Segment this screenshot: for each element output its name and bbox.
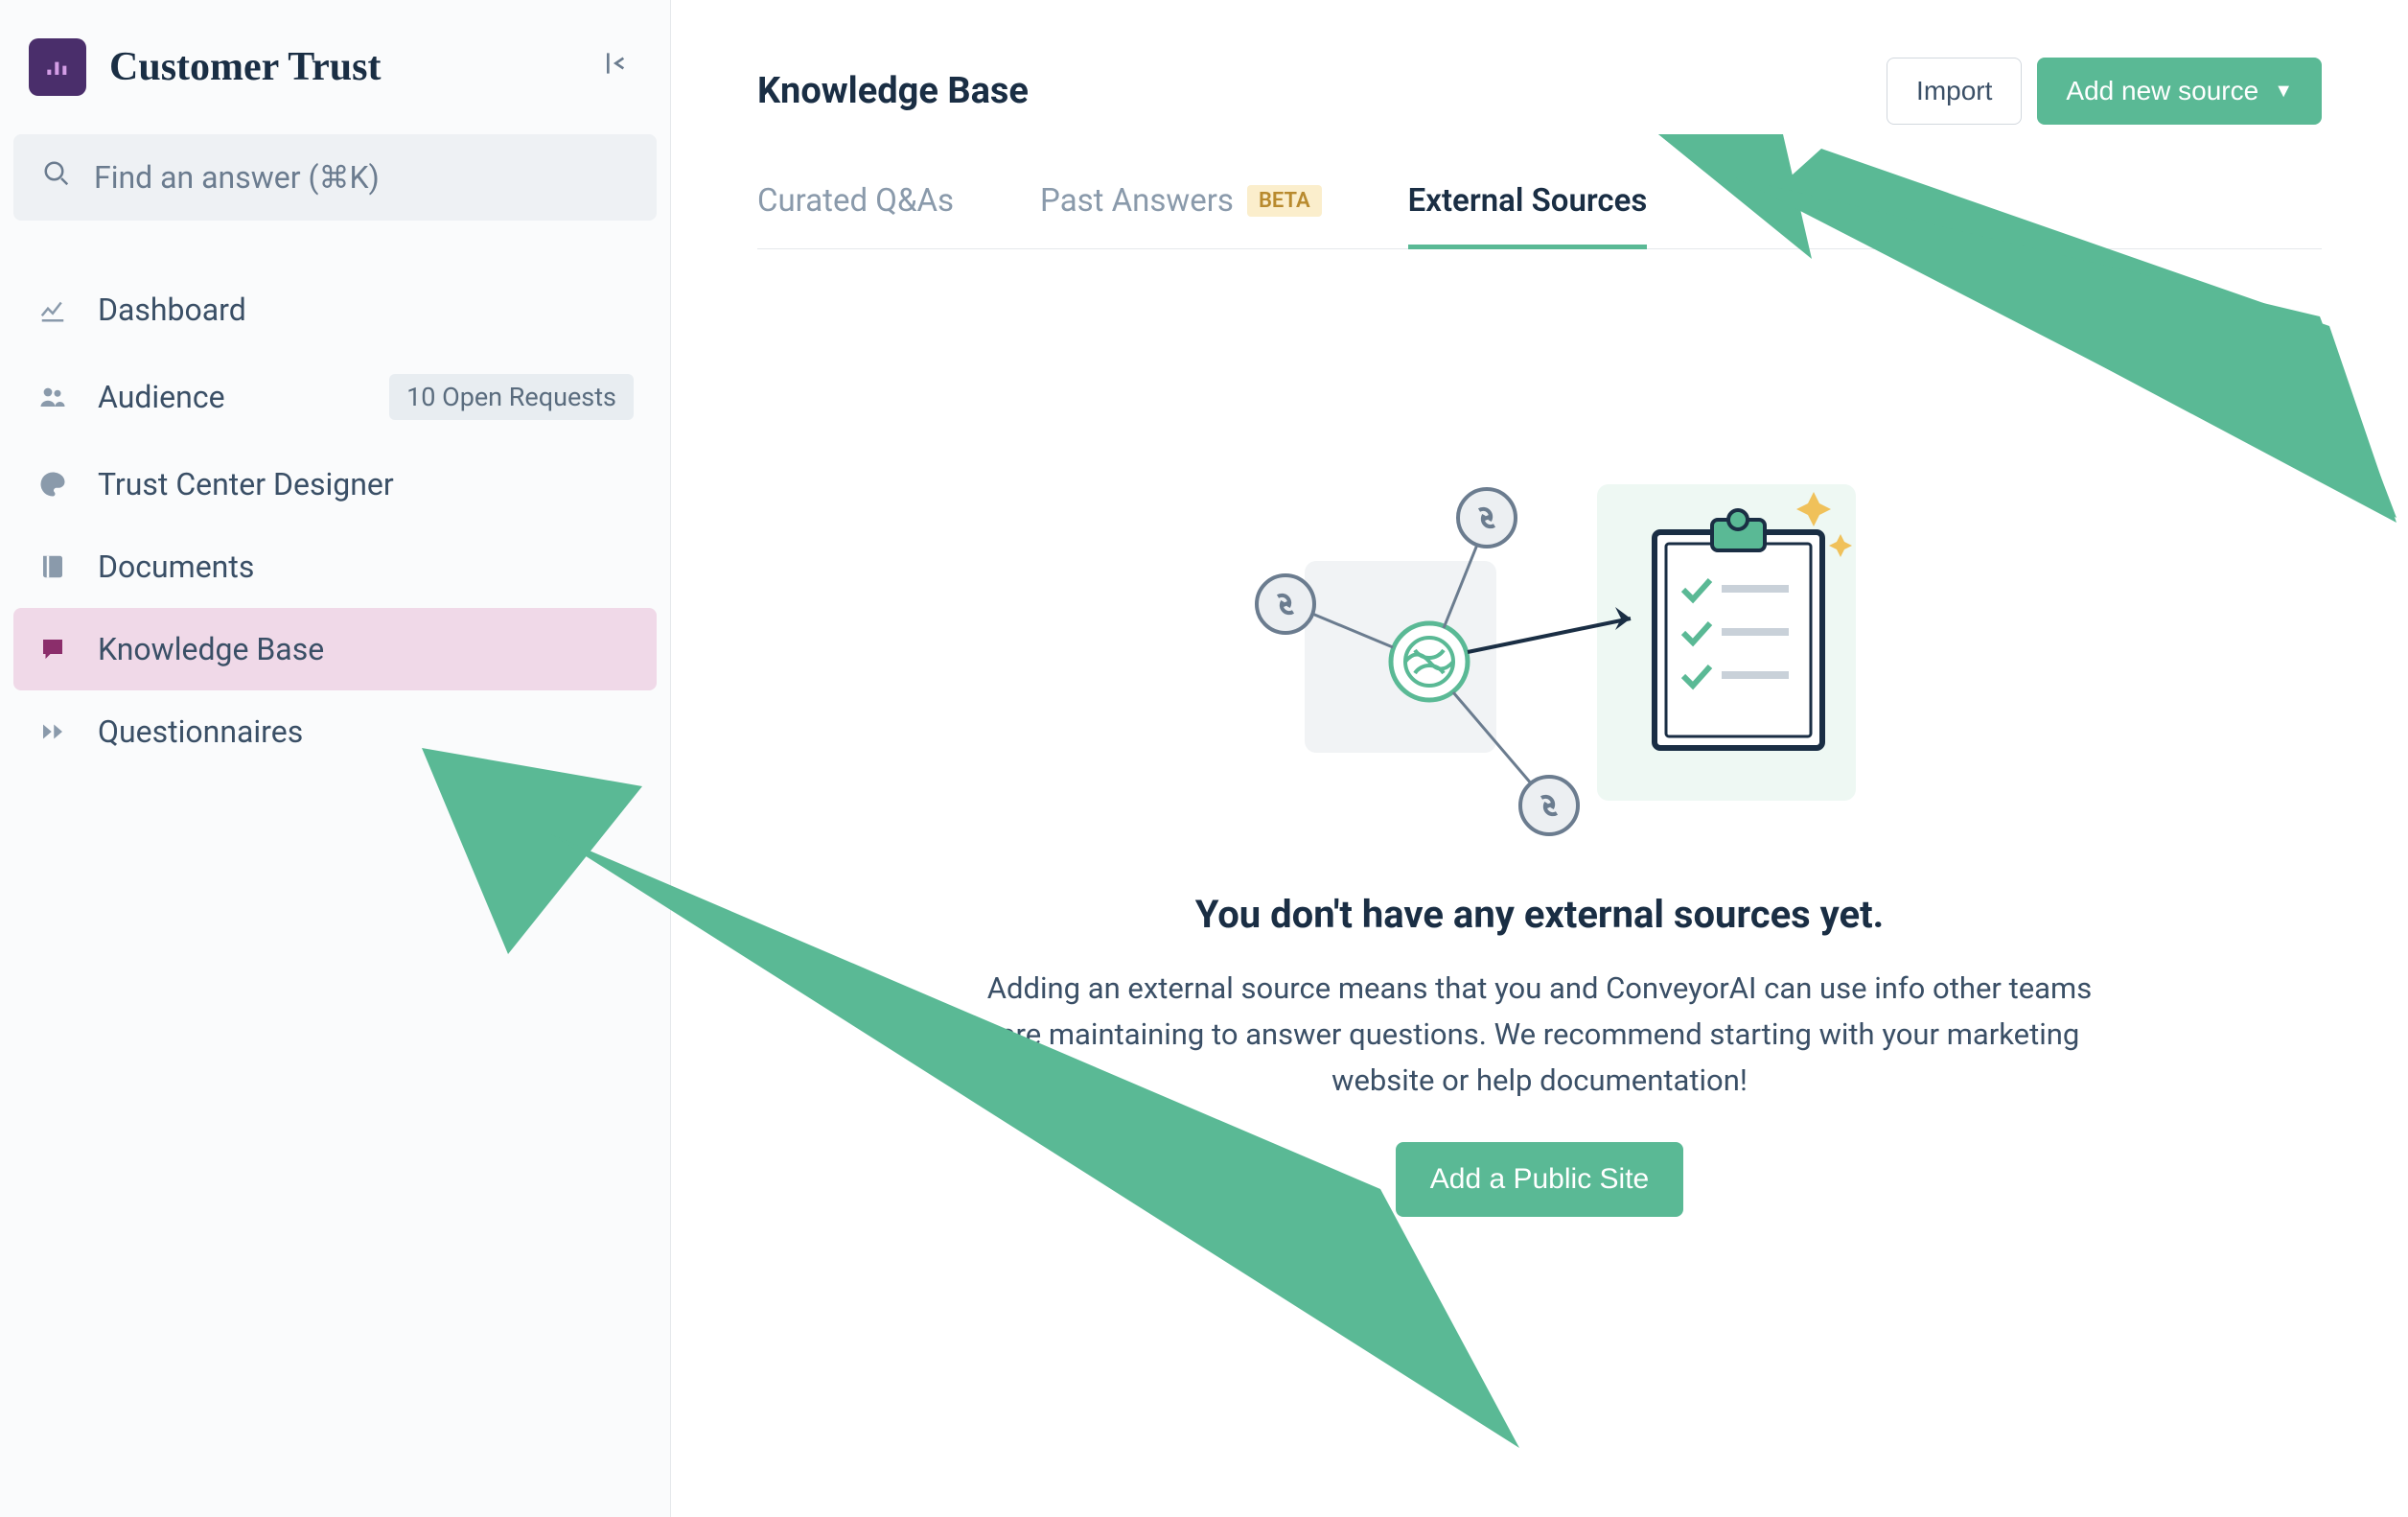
add-new-source-label: Add new source bbox=[2066, 76, 2258, 106]
sidebar-item-dashboard[interactable]: Dashboard bbox=[13, 268, 657, 351]
sidebar-item-label: Trust Center Designer bbox=[98, 466, 634, 502]
tab-label: Curated Q&As bbox=[757, 182, 954, 220]
sidebar-item-audience[interactable]: Audience 10 Open Requests bbox=[13, 351, 657, 443]
import-button[interactable]: Import bbox=[1887, 58, 2022, 125]
chart-icon bbox=[36, 293, 69, 326]
chat-icon bbox=[36, 633, 69, 665]
sidebar-item-documents[interactable]: Documents bbox=[13, 525, 657, 608]
search-placeholder: Find an answer (⌘K) bbox=[94, 159, 380, 196]
empty-state-body: Adding an external source means that you… bbox=[974, 966, 2105, 1104]
fast-forward-icon bbox=[36, 715, 69, 748]
sidebar: Customer Trust Find an answer (⌘K) bbox=[0, 0, 671, 1517]
sidebar-item-label: Audience bbox=[98, 379, 360, 415]
search-input[interactable]: Find an answer (⌘K) bbox=[13, 134, 657, 221]
brand-logo-icon bbox=[29, 38, 86, 96]
sidebar-item-label: Dashboard bbox=[98, 292, 634, 328]
brand-title: Customer Trust bbox=[109, 44, 382, 90]
empty-illustration bbox=[1194, 451, 1885, 853]
sidebar-item-questionnaires[interactable]: Questionnaires bbox=[13, 690, 657, 773]
sidebar-item-label: Knowledge Base bbox=[98, 631, 634, 667]
tab-label: Past Answers bbox=[1040, 182, 1234, 220]
search-icon bbox=[42, 159, 71, 196]
sidebar-nav: Dashboard Audience 10 Open Requests Trus… bbox=[0, 259, 670, 782]
book-icon bbox=[36, 550, 69, 583]
collapse-sidebar-button[interactable] bbox=[595, 40, 641, 94]
add-new-source-button[interactable]: Add new source ▼ bbox=[2037, 58, 2322, 125]
empty-state-title: You don't have any external sources yet. bbox=[1195, 892, 1885, 937]
empty-state: You don't have any external sources yet.… bbox=[757, 307, 2322, 1217]
tab-label: External Sources bbox=[1408, 182, 1648, 220]
tab-curated-qas[interactable]: Curated Q&As bbox=[757, 173, 954, 248]
open-requests-badge: 10 Open Requests bbox=[389, 374, 634, 420]
main-content: Knowledge Base Import Add new source ▼ C… bbox=[671, 0, 2408, 1517]
tab-past-answers[interactable]: Past Answers BETA bbox=[1040, 173, 1322, 248]
beta-badge: BETA bbox=[1247, 185, 1322, 217]
add-public-site-button[interactable]: Add a Public Site bbox=[1396, 1142, 1683, 1217]
brand: Customer Trust bbox=[29, 38, 382, 96]
caret-down-icon: ▼ bbox=[2274, 81, 2293, 103]
sidebar-item-label: Documents bbox=[98, 548, 634, 585]
sidebar-item-knowledge-base[interactable]: Knowledge Base bbox=[13, 608, 657, 690]
tabs: Curated Q&As Past Answers BETA External … bbox=[757, 173, 2322, 249]
page-title: Knowledge Base bbox=[757, 70, 1029, 112]
users-icon bbox=[36, 381, 69, 413]
tab-external-sources[interactable]: External Sources bbox=[1408, 173, 1648, 248]
sidebar-item-label: Questionnaires bbox=[98, 713, 634, 750]
sidebar-item-trust-center-designer[interactable]: Trust Center Designer bbox=[13, 443, 657, 525]
sidebar-header: Customer Trust bbox=[0, 29, 670, 134]
main-header: Knowledge Base Import Add new source ▼ bbox=[757, 58, 2322, 125]
header-actions: Import Add new source ▼ bbox=[1887, 58, 2322, 125]
palette-icon bbox=[36, 468, 69, 501]
